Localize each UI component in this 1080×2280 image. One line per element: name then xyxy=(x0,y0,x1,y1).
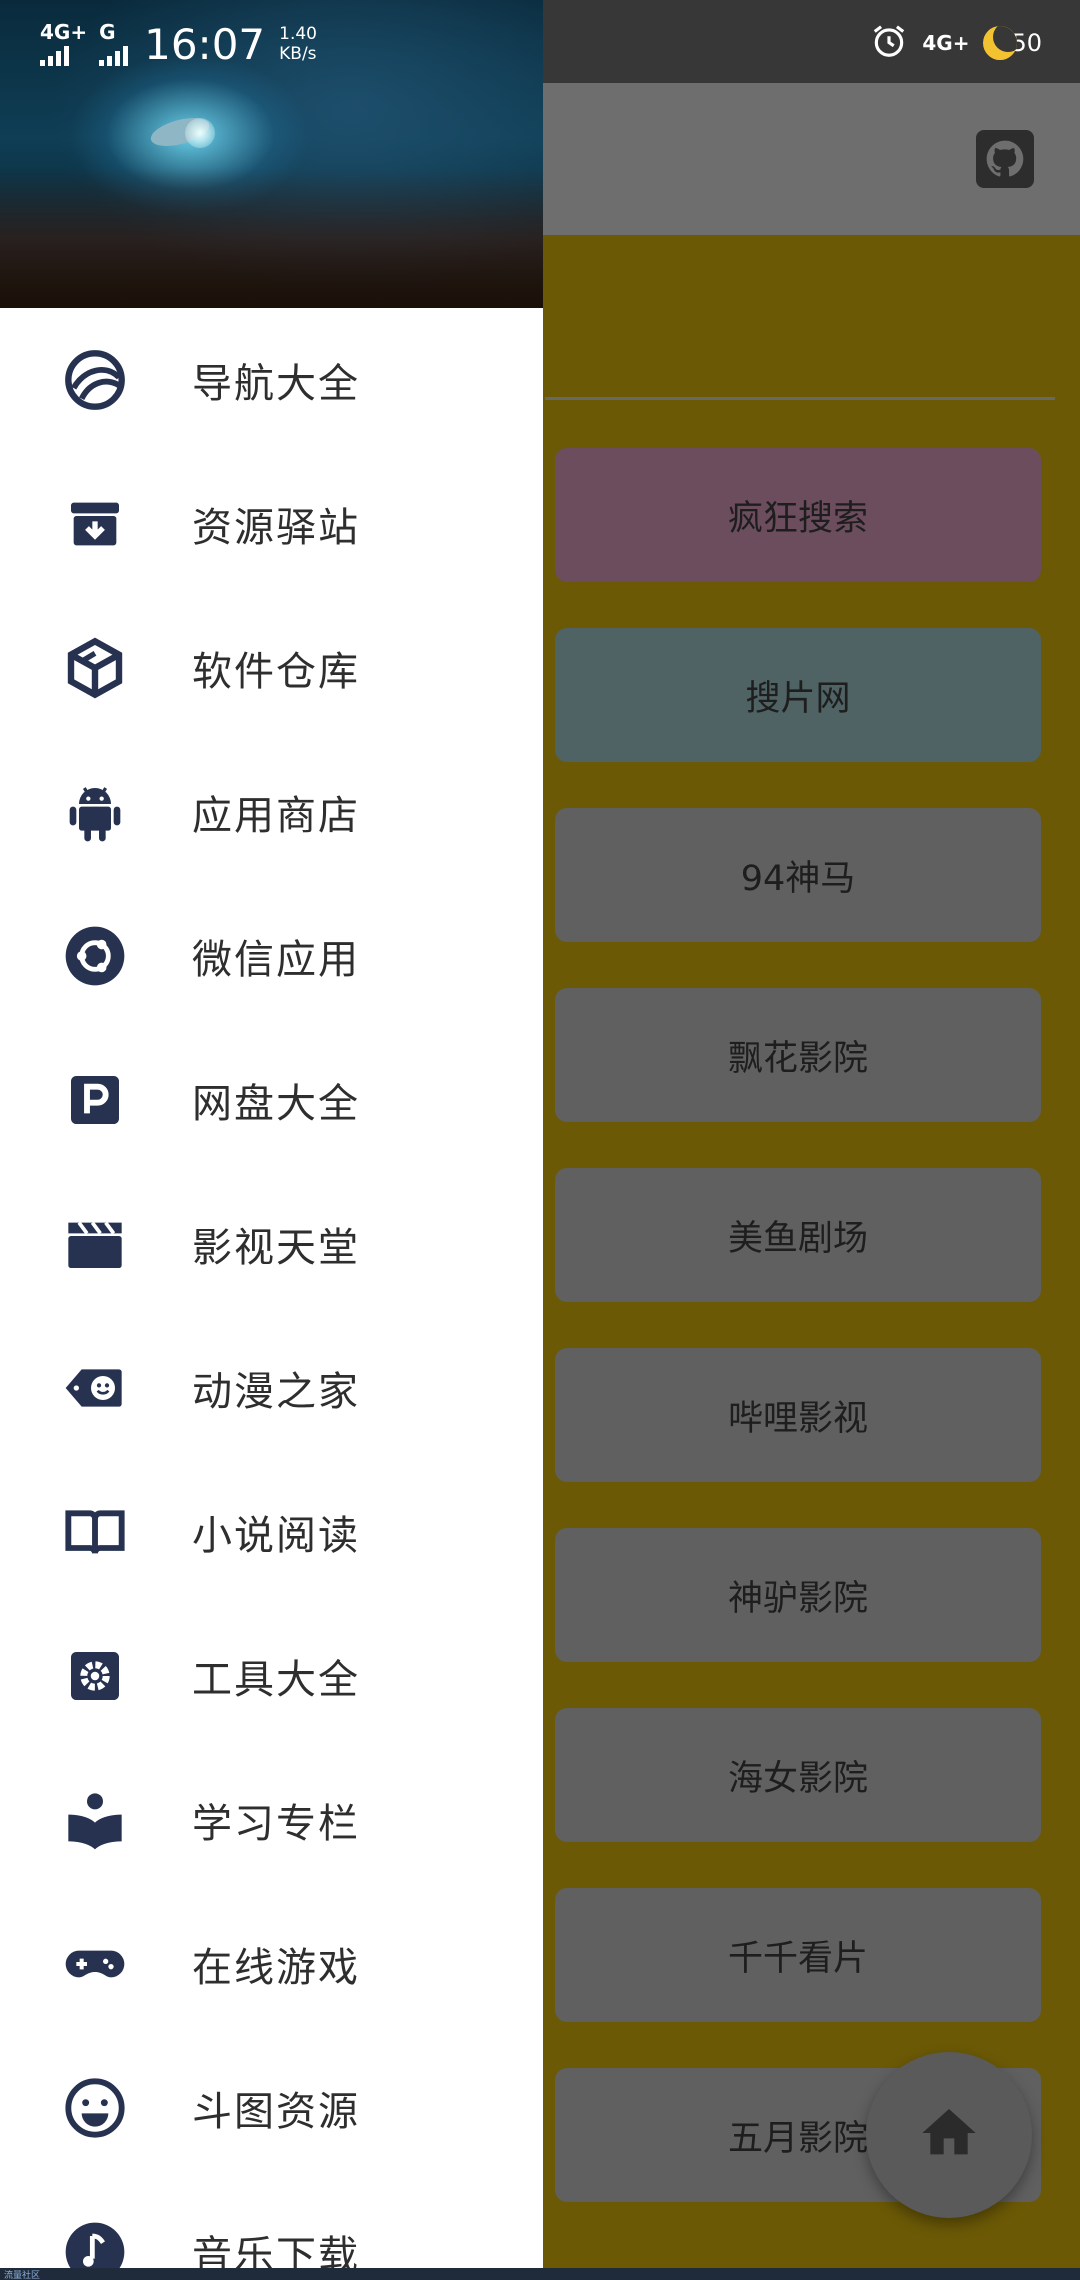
signal-indicator: G xyxy=(99,20,129,66)
signal-bars-icon xyxy=(40,46,69,66)
android-icon xyxy=(62,779,128,845)
drawer-item-label: 导航大全 xyxy=(192,361,360,407)
drawer-item-wechat-apps[interactable]: 微信应用 xyxy=(0,884,543,1028)
music-icon xyxy=(62,2219,128,2268)
site-label: 哔哩影视 xyxy=(727,1398,868,1439)
drawer-item-cloud-drive[interactable]: 网盘大全 xyxy=(0,1028,543,1172)
community-tag: 流量社区 xyxy=(4,2271,41,2280)
drawer-item-memes[interactable]: 斗图资源 xyxy=(0,2036,543,2180)
archive-icon xyxy=(62,491,128,557)
site-button[interactable]: 海女影院 xyxy=(555,1708,1041,1842)
site-label: 千千看片 xyxy=(727,1938,868,1979)
network-type: 4G+ xyxy=(40,20,88,44)
drawer-item-label: 音乐下载 xyxy=(192,2233,360,2268)
drawer-item-label: 软件仓库 xyxy=(192,649,360,695)
clapperboard-icon xyxy=(62,1211,128,1277)
drawer-item-label: 微信应用 xyxy=(192,937,360,983)
site-label: 飘花影院 xyxy=(727,1038,868,1079)
drawer-item-label: 网盘大全 xyxy=(192,1081,360,1127)
drawer-item-app-store[interactable]: 应用商店 xyxy=(0,740,543,884)
ubuntu-icon xyxy=(62,923,128,989)
home-fab-button[interactable] xyxy=(866,2052,1032,2218)
divider xyxy=(545,397,1055,400)
drawer-item-label: 小说阅读 xyxy=(192,1513,360,1559)
drawer-item-movies[interactable]: 影视天堂 xyxy=(0,1172,543,1316)
signal-bars-icon xyxy=(99,46,129,66)
drawer-item-label: 应用商店 xyxy=(192,793,360,839)
drawer-item-tools[interactable]: 工具大全 xyxy=(0,1604,543,1748)
speed-unit: KB/s xyxy=(279,44,317,64)
site-label: 美鱼剧场 xyxy=(727,1218,868,1259)
site-button[interactable]: 搜片网 xyxy=(555,628,1041,762)
network-speed: 1.40 KB/s xyxy=(279,24,317,64)
navigation-drawer: 导航大全 资源驿站 软件仓库 应用商店 微信应用 网盘大全 影视天堂 动漫之家 … xyxy=(0,0,543,2268)
status-bar-right: 4G+ 50 xyxy=(870,18,1042,68)
smile-icon xyxy=(62,2075,128,2141)
drawer-item-label: 斗图资源 xyxy=(192,2089,360,2135)
site-button[interactable]: 飘花影院 xyxy=(555,988,1041,1122)
book-icon xyxy=(62,1499,128,1565)
drawer-item-label: 工具大全 xyxy=(192,1657,360,1703)
signal-indicator: 4G+ xyxy=(40,22,87,66)
site-button[interactable]: 千千看片 xyxy=(555,1888,1041,2022)
site-label: 五月影院 xyxy=(727,2118,868,2159)
home-icon xyxy=(917,2101,981,2169)
drawer-item-study[interactable]: 学习专栏 xyxy=(0,1748,543,1892)
drawer-item-navigation[interactable]: 导航大全 xyxy=(0,308,543,452)
drawer-item-novels[interactable]: 小说阅读 xyxy=(0,1460,543,1604)
alarm-icon xyxy=(870,22,908,64)
drawer-item-anime[interactable]: 动漫之家 xyxy=(0,1316,543,1460)
site-label: 海女影院 xyxy=(727,1758,868,1799)
drawer-item-label: 资源驿站 xyxy=(192,505,360,551)
site-button[interactable]: 神驴影院 xyxy=(555,1528,1041,1662)
drawer-item-music[interactable]: 音乐下载 xyxy=(0,2180,543,2268)
gamepad-icon xyxy=(62,1931,128,1997)
site-list: 疯狂搜索 搜片网 94神马 飘花影院 美鱼剧场 哔哩影视 神驴影院 海女影院 千… xyxy=(555,448,1041,2248)
globe-icon xyxy=(62,347,128,413)
reader-icon xyxy=(62,1787,128,1853)
drawer-item-label: 影视天堂 xyxy=(192,1225,360,1271)
drawer-item-label: 学习专栏 xyxy=(192,1801,360,1847)
gear-icon xyxy=(62,1643,128,1709)
box-icon xyxy=(62,635,128,701)
site-label: 神驴影院 xyxy=(727,1578,868,1619)
site-button[interactable]: 哔哩影视 xyxy=(555,1348,1041,1482)
clock: 16:07 xyxy=(144,19,266,69)
site-label: 94神马 xyxy=(740,858,856,899)
parking-icon xyxy=(62,1067,128,1133)
drawer-item-software[interactable]: 软件仓库 xyxy=(0,596,543,740)
network-type: G xyxy=(99,20,116,44)
speed-value: 1.40 xyxy=(279,24,317,44)
site-button[interactable]: 94神马 xyxy=(555,808,1041,942)
drawer-item-label: 在线游戏 xyxy=(192,1945,360,1991)
site-button[interactable]: 疯狂搜索 xyxy=(555,448,1041,582)
site-button[interactable]: 美鱼剧场 xyxy=(555,1168,1041,1302)
drawer-item-label: 动漫之家 xyxy=(192,1369,360,1415)
drawer-menu: 导航大全 资源驿站 软件仓库 应用商店 微信应用 网盘大全 影视天堂 动漫之家 … xyxy=(0,308,543,2268)
system-nav-bar: 流量社区 xyxy=(0,2268,1080,2280)
github-icon[interactable] xyxy=(976,130,1034,188)
network-type: 4G+ xyxy=(922,31,970,55)
drawer-item-games[interactable]: 在线游戏 xyxy=(0,1892,543,2036)
smile-tag-icon xyxy=(62,1355,128,1421)
site-label: 搜片网 xyxy=(745,678,851,719)
status-bar-left: 4G+ G 16:07 1.40 KB/s xyxy=(40,14,317,74)
drawer-item-resources[interactable]: 资源驿站 xyxy=(0,452,543,596)
battery-indicator: 50 xyxy=(983,26,1042,60)
site-label: 疯狂搜索 xyxy=(727,498,868,539)
